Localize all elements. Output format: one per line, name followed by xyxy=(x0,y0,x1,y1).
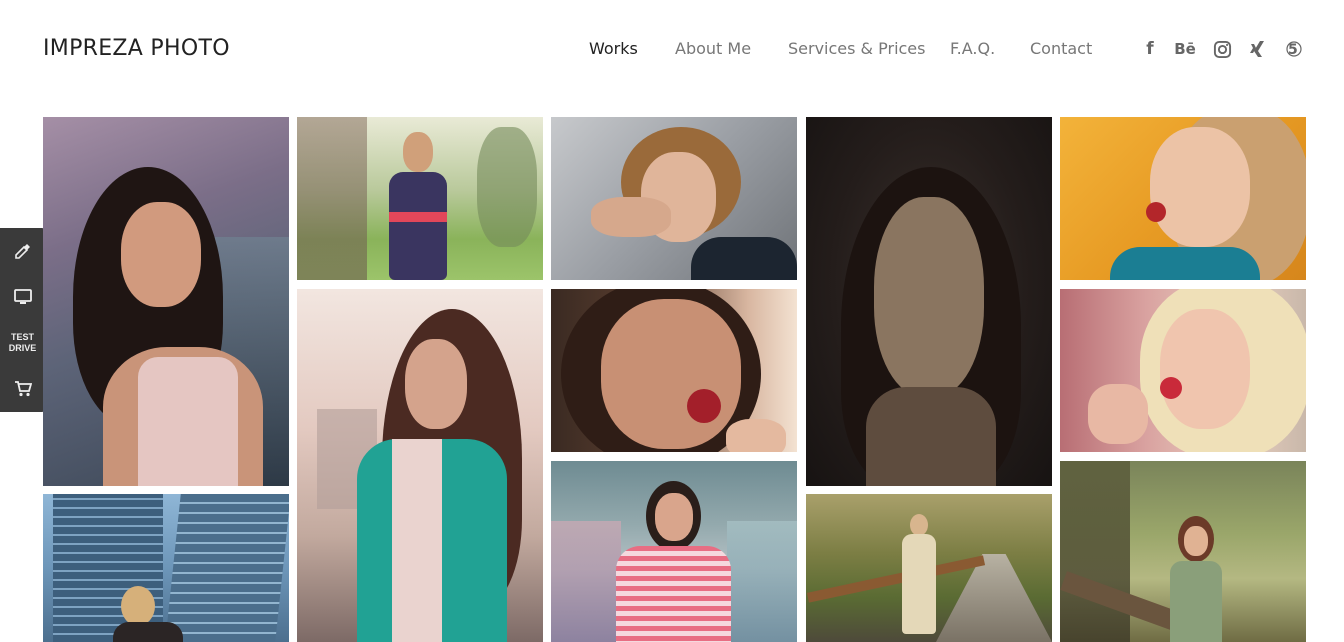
photo-woman-tree-park[interactable] xyxy=(1060,461,1306,642)
photo-skyscrapers-pose[interactable] xyxy=(43,494,289,642)
nav-contact[interactable]: Contact xyxy=(1030,39,1092,58)
photo-blonde-lollipop-closeup[interactable] xyxy=(1060,289,1306,452)
photo-brunette-smiling[interactable] xyxy=(43,117,289,486)
color-picker-button[interactable] xyxy=(0,228,45,274)
nav-works[interactable]: Works xyxy=(589,39,638,58)
photo-woman-polka-dress-garden[interactable] xyxy=(297,117,543,280)
test-drive-label-2: DRIVE xyxy=(8,343,37,353)
photo-brunette-lollipop[interactable] xyxy=(551,289,797,452)
test-drive-button[interactable]: TEST DRIVE xyxy=(0,320,45,366)
photo-short-hair-woman[interactable] xyxy=(551,117,797,280)
photo-striped-shirt-graffiti[interactable] xyxy=(551,461,797,642)
demo-sidebar: TEST DRIVE xyxy=(0,228,45,412)
nav-about-me[interactable]: About Me xyxy=(675,39,751,58)
nav-services-prices[interactable]: Services & Prices xyxy=(788,39,925,58)
monitor-icon xyxy=(13,289,32,304)
photo-boardwalk-woman[interactable] xyxy=(806,494,1052,642)
site-logo[interactable]: IMPREZA PHOTO xyxy=(43,36,230,61)
cart-icon xyxy=(14,381,32,397)
eyedropper-icon xyxy=(14,244,30,259)
instagram-icon[interactable] xyxy=(1211,38,1233,60)
cart-button[interactable] xyxy=(0,366,45,412)
photo-woman-teal-jacket[interactable] xyxy=(297,289,543,642)
photo-blonde-lollipop-orange[interactable] xyxy=(1060,117,1306,280)
xing-icon[interactable] xyxy=(1246,38,1268,60)
behance-icon[interactable]: Bē xyxy=(1174,38,1196,60)
test-drive-label-1: TEST xyxy=(10,332,34,342)
500px-icon[interactable]: 5 xyxy=(1283,38,1305,60)
preview-button[interactable] xyxy=(0,274,45,320)
nav-faq[interactable]: F.A.Q. xyxy=(950,39,995,58)
photo-dark-portrait[interactable] xyxy=(806,117,1052,486)
facebook-icon[interactable]: f xyxy=(1139,38,1161,60)
